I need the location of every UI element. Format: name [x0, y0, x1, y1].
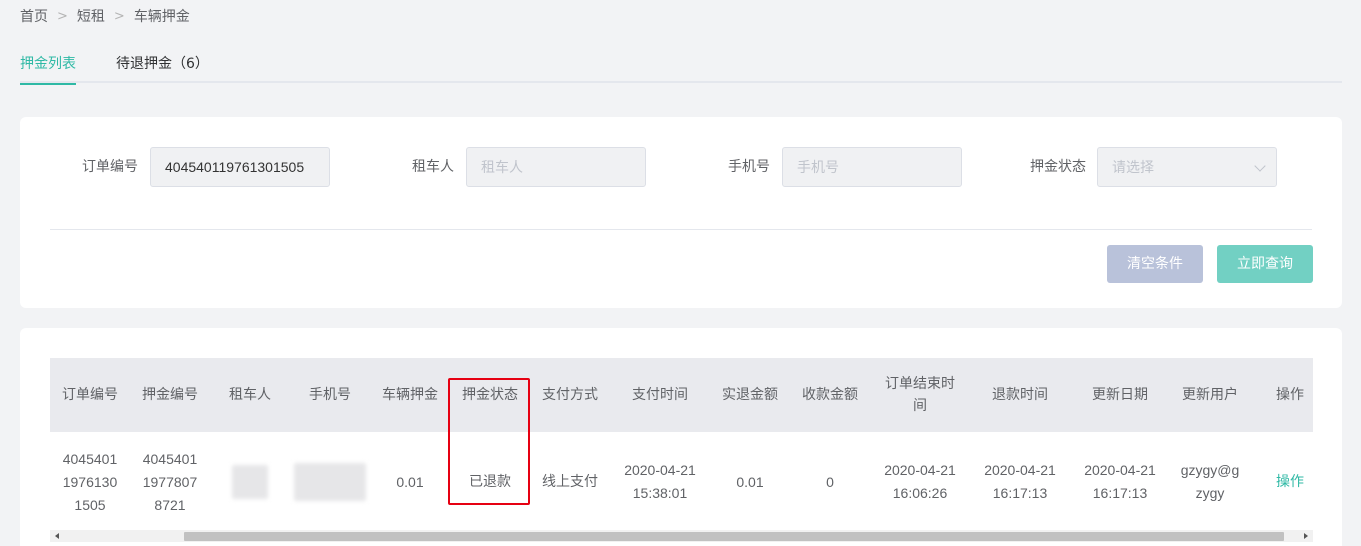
- deposit-status-label: 押金状态: [1030, 159, 1086, 175]
- header-deposit-no: 押金编号: [142, 387, 198, 403]
- results-panel: 订单编号 押金编号 租车人 手机号 车辆押金 押金状态 支付方式 支付时间 实退…: [20, 328, 1342, 546]
- cell-action: 操作: [1250, 432, 1313, 532]
- table-row: 404540119761301505 404540119778078721 0.…: [50, 432, 1313, 532]
- breadcrumb-short-rent[interactable]: 短租: [77, 6, 105, 26]
- order-no-input[interactable]: 404540119761301505: [150, 147, 330, 187]
- redacted-renter: [232, 465, 268, 499]
- breadcrumb-current: 车辆押金: [133, 9, 190, 25]
- deposit-status-placeholder: 请选择: [1112, 159, 1154, 175]
- deposit-status-select[interactable]: 请选择: [1097, 147, 1277, 187]
- cell-pay-time: 2020-04-21 15:38:01: [624, 462, 696, 501]
- cell-update-user: gzygy@gzygy: [1180, 462, 1240, 501]
- tab-pending-refund-label: 待退押金（6）: [116, 56, 209, 72]
- cell-received-amount: 0: [826, 473, 834, 490]
- header-pay-method: 支付方式: [542, 387, 598, 403]
- phone-input[interactable]: 手机号: [782, 147, 962, 187]
- cell-deposit-no: 404540119778078721: [142, 450, 198, 513]
- header-refund-time: 退款时间: [992, 387, 1048, 403]
- cell-phone: [290, 432, 370, 532]
- scrollbar-thumb[interactable]: [184, 532, 1284, 541]
- renter-input[interactable]: 租车人: [466, 147, 646, 187]
- header-renter: 租车人: [229, 387, 271, 403]
- breadcrumb-home[interactable]: 首页: [20, 6, 48, 26]
- deposit-table: 订单编号 押金编号 租车人 手机号 车辆押金 押金状态 支付方式 支付时间 实退…: [50, 358, 1313, 540]
- table-header: 订单编号 押金编号 租车人 手机号 车辆押金 押金状态 支付方式 支付时间 实退…: [50, 358, 1313, 432]
- action-link[interactable]: 操作: [1276, 471, 1304, 494]
- cell-refund-amount: 0.01: [736, 473, 764, 490]
- header-action: 操作: [1276, 387, 1304, 403]
- tab-active-indicator: [20, 83, 76, 85]
- tab-bar: 押金列表 待退押金（6）: [20, 44, 1342, 85]
- cell-order-end-time: 2020-04-21 16:06:26: [884, 462, 956, 501]
- chevron-down-icon: [1254, 160, 1266, 172]
- header-update-user: 更新用户: [1182, 387, 1238, 403]
- deposit-status-highlight: [448, 378, 530, 505]
- cell-order-no: 404540119761301505: [62, 450, 118, 513]
- divider: [50, 229, 1312, 230]
- header-refund-amount: 实退金额: [722, 387, 778, 403]
- scroll-right-icon[interactable]: [1304, 533, 1308, 539]
- search-panel: 订单编号 404540119761301505 租车人 租车人 手机号 手机号 …: [20, 117, 1342, 308]
- cell-renter: [210, 432, 290, 532]
- phone-label: 手机号: [728, 159, 770, 175]
- header-order-end-time: 订单结束时间: [885, 376, 955, 414]
- query-button[interactable]: 立即查询: [1217, 245, 1313, 283]
- tab-deposit-list[interactable]: 押金列表: [20, 53, 76, 85]
- cell-vehicle-deposit: 0.01: [396, 473, 424, 490]
- horizontal-scrollbar[interactable]: [50, 530, 1313, 542]
- tab-deposit-list-label: 押金列表: [20, 56, 76, 72]
- tab-pending-refund[interactable]: 待退押金（6）: [116, 53, 209, 83]
- header-vehicle-deposit: 车辆押金: [382, 387, 438, 403]
- header-received-amount: 收款金额: [802, 387, 858, 403]
- breadcrumb-separator-icon: >: [113, 8, 125, 24]
- header-pay-time: 支付时间: [632, 387, 688, 403]
- header-order-no: 订单编号: [62, 387, 118, 403]
- breadcrumb-separator-icon: >: [57, 8, 68, 24]
- redacted-phone: [294, 463, 366, 501]
- cell-refund-time: 2020-04-21 16:17:13: [984, 462, 1056, 501]
- order-no-label: 订单编号: [82, 159, 138, 175]
- header-update-date: 更新日期: [1092, 387, 1148, 403]
- cell-pay-method: 线上支付: [542, 473, 598, 490]
- clear-conditions-button[interactable]: 清空条件: [1107, 245, 1203, 283]
- cell-update-date: 2020-04-21 16:17:13: [1084, 462, 1156, 501]
- breadcrumb: 首页 > 短租 > 车辆押金: [20, 6, 190, 26]
- scroll-left-icon[interactable]: [55, 533, 59, 539]
- renter-label: 租车人: [412, 159, 454, 175]
- header-phone: 手机号: [309, 387, 351, 403]
